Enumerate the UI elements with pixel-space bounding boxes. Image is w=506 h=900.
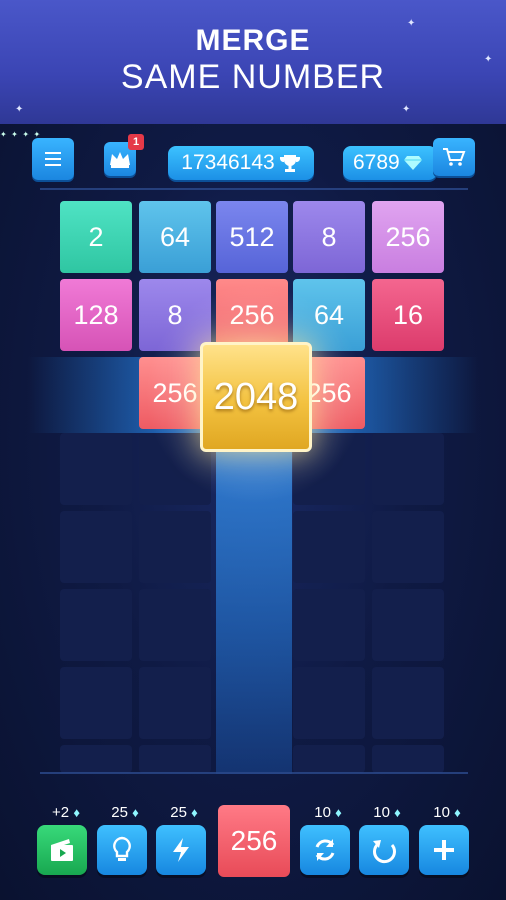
crown-icon xyxy=(110,152,130,168)
empty-cell[interactable] xyxy=(60,667,132,739)
video-reward-cost: +2 ♦ xyxy=(52,804,80,821)
lightning-button[interactable] xyxy=(156,825,206,875)
tile[interactable]: 128 xyxy=(60,279,132,351)
star-decoration: ✦ xyxy=(402,104,411,115)
next-tile: 256 xyxy=(218,805,290,877)
swap-icon xyxy=(315,839,335,861)
watch-video-button[interactable] xyxy=(37,825,87,875)
leaderboard-button[interactable]: 1 xyxy=(104,134,144,176)
star-decoration: ✦ xyxy=(15,104,24,115)
empty-cell[interactable] xyxy=(293,511,365,583)
shop-button[interactable] xyxy=(433,138,475,176)
trophy-icon xyxy=(279,155,300,172)
plus-icon xyxy=(434,840,454,860)
banner-title-line2: SAME NUMBER xyxy=(120,58,386,96)
banner-title-line1: MERGE xyxy=(195,24,311,57)
merged-2048-tile[interactable]: 2048 xyxy=(200,342,312,452)
swap-button[interactable] xyxy=(300,825,350,875)
score-display: 17346143 xyxy=(168,146,314,180)
lightning-icon xyxy=(173,838,189,862)
empty-cell[interactable] xyxy=(60,745,132,773)
video-icon xyxy=(51,839,73,861)
empty-cell[interactable] xyxy=(139,589,211,661)
empty-cell[interactable] xyxy=(139,511,211,583)
empty-cell[interactable] xyxy=(372,433,444,505)
diamond-icon xyxy=(403,156,422,170)
promo-banner: ✦ ✦ ✦ ✦ MERGE SAME NUMBER xyxy=(0,0,506,124)
tile[interactable]: 256 xyxy=(372,201,444,273)
undo-icon xyxy=(373,840,396,864)
tile[interactable]: 64 xyxy=(139,201,211,273)
top-bar: 1 17346143 6789 xyxy=(0,124,506,194)
swap-cost: 10 ♦ xyxy=(314,804,342,821)
empty-cell[interactable] xyxy=(293,667,365,739)
add-cost: 10 ♦ xyxy=(433,804,461,821)
menu-button[interactable] xyxy=(32,138,74,180)
tile[interactable]: 512 xyxy=(216,201,288,273)
lightbulb-icon xyxy=(113,836,131,861)
gem-display: 6789 xyxy=(343,146,437,180)
cart-icon xyxy=(443,148,466,166)
empty-cell[interactable] xyxy=(60,511,132,583)
empty-cell[interactable] xyxy=(293,589,365,661)
undo-cost: 10 ♦ xyxy=(373,804,401,821)
bolt-cost: 25 ♦ xyxy=(170,804,198,821)
gem-count: 6789 xyxy=(353,151,400,174)
tile[interactable]: 2 xyxy=(60,201,132,273)
empty-cell[interactable] xyxy=(293,745,365,773)
score-value: 17346143 xyxy=(181,151,275,174)
empty-cell[interactable] xyxy=(372,589,444,661)
empty-cell[interactable] xyxy=(372,667,444,739)
add-button[interactable] xyxy=(419,825,469,875)
empty-cell[interactable] xyxy=(372,745,444,773)
notification-badge: 1 xyxy=(128,134,144,150)
empty-cell[interactable] xyxy=(139,745,211,773)
menu-icon xyxy=(45,152,61,166)
bottom-toolbar: +2 ♦ 25 ♦ 25 ♦ 256 10 ♦ 10 ♦ 10 ♦ xyxy=(0,800,506,900)
hint-cost: 25 ♦ xyxy=(111,804,139,821)
empty-cell[interactable] xyxy=(372,511,444,583)
hint-button[interactable] xyxy=(97,825,147,875)
empty-cell[interactable] xyxy=(139,667,211,739)
undo-button[interactable] xyxy=(359,825,409,875)
empty-cell[interactable] xyxy=(60,433,132,505)
tile[interactable]: 8 xyxy=(293,201,365,273)
game-area: 1 17346143 6789 2 64 512 8 256 128 8 16 … xyxy=(0,124,506,900)
board-top-divider xyxy=(40,188,468,190)
tile[interactable]: 16 xyxy=(372,279,444,351)
board-bottom-divider xyxy=(40,772,468,774)
empty-cell[interactable] xyxy=(60,589,132,661)
